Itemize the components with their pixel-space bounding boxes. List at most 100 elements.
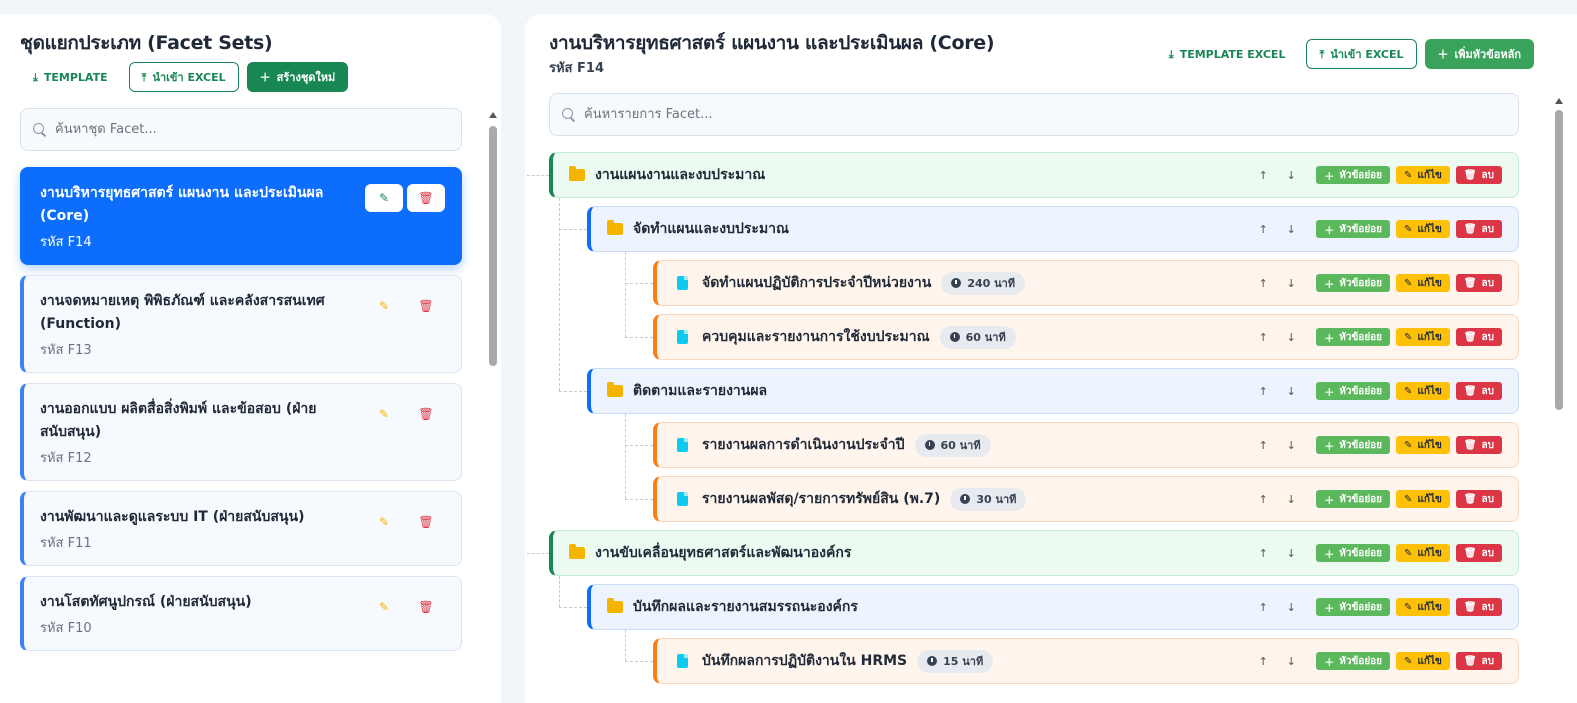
facet-tree: งานแผนงานและงบประมาณ ↑ ↓ ＋หัวข้อย่อย ✎ แก้ไข 🗑…	[527, 152, 1519, 692]
facet-leaf-row[interactable]: จัดทำแผนปฏิบัติการประจำปีหน่วยงาน 240 นาท…	[653, 260, 1519, 306]
move-down-button[interactable]: ↓	[1280, 542, 1302, 564]
facet-item-search-input[interactable]	[584, 107, 1484, 122]
edit-facet-set-button[interactable]: ✎	[365, 593, 403, 621]
delete-item-button[interactable]: 🗑 ลบ	[1455, 220, 1502, 238]
move-down-button[interactable]: ↓	[1280, 380, 1302, 402]
edit-facet-set-button[interactable]: ✎	[365, 400, 403, 428]
delete-item-button[interactable]: 🗑 ลบ	[1455, 652, 1502, 670]
facet-subgroup-row[interactable]: ติดตามและรายงานผล ↑ ↓ ＋หัวข้อย่อย ✎ แก้ไข 🗑 ลบ	[587, 368, 1519, 414]
trash-icon: 🗑	[1463, 655, 1477, 667]
move-down-button[interactable]: ↓	[1280, 218, 1302, 240]
facet-item-search[interactable]	[549, 93, 1519, 136]
facet-leaf-row[interactable]: บันทึกผลการปฏิบัติงานใน HRMS 15 นาที ↑ ↓ ＋หั…	[653, 638, 1519, 684]
move-up-button[interactable]: ↑	[1252, 596, 1274, 618]
facet-group-row[interactable]: งานขับเคลื่อนยุทธศาสตร์และพัฒนาองค์กร ↑ ↓ ＋…	[549, 530, 1519, 576]
add-subtopic-button[interactable]: ＋หัวข้อย่อย	[1316, 328, 1391, 346]
edit-item-button[interactable]: ✎ แก้ไข	[1396, 652, 1450, 670]
move-up-button[interactable]: ↑	[1252, 326, 1274, 348]
edit-facet-set-button[interactable]: ✎	[365, 292, 403, 320]
delete-facet-set-button[interactable]: 🗑	[407, 593, 445, 621]
edit-facet-set-button[interactable]: ✎	[365, 508, 403, 536]
move-up-button[interactable]: ↑	[1252, 164, 1274, 186]
edit-item-button[interactable]: ✎ แก้ไข	[1396, 490, 1450, 508]
edit-item-button[interactable]: ✎ แก้ไข	[1396, 544, 1450, 562]
facet-leaf-row[interactable]: ควบคุมและรายงานการใช้งบประมาณ 60 นาที ↑ ↓ ＋ห…	[653, 314, 1519, 360]
move-down-button[interactable]: ↓	[1280, 164, 1302, 186]
right-scrollbar-thumb[interactable]	[1555, 110, 1563, 410]
delete-facet-set-button[interactable]: 🗑	[407, 292, 445, 320]
delete-facet-set-button[interactable]: 🗑	[407, 508, 445, 536]
move-down-button[interactable]: ↓	[1280, 596, 1302, 618]
add-subtopic-button[interactable]: ＋หัวข้อย่อย	[1316, 166, 1391, 184]
import-excel-button[interactable]: ⤒ นำเข้า EXCEL	[1306, 39, 1417, 69]
facet-set-card[interactable]: งานออกแบบ ผลิตสื่อสิ่งพิมพ์ และข้อสอบ (ฝ…	[20, 383, 462, 481]
plus-icon: ＋	[1324, 495, 1335, 507]
import-excel-button[interactable]: ⤒ นำเข้า EXCEL	[128, 62, 239, 92]
left-scrollbar-thumb[interactable]	[489, 126, 497, 366]
add-subtopic-button[interactable]: ＋หัวข้อย่อย	[1316, 544, 1391, 562]
facet-group-row[interactable]: งานแผนงานและงบประมาณ ↑ ↓ ＋หัวข้อย่อย ✎ แก้ไข 🗑…	[549, 152, 1519, 198]
delete-facet-set-button[interactable]: 🗑	[407, 184, 445, 212]
move-down-button[interactable]: ↓	[1280, 650, 1302, 672]
scroll-up-arrow-icon[interactable]	[489, 112, 497, 118]
edit-item-button[interactable]: ✎ แก้ไข	[1396, 382, 1450, 400]
facet-set-name: งานออกแบบ ผลิตสื่อสิ่งพิมพ์ และข้อสอบ (ฝ…	[40, 401, 317, 440]
facet-subgroup-row[interactable]: บันทึกผลและรายงานสมรรถนะองค์กร ↑ ↓ ＋หัวข้อย…	[587, 584, 1519, 630]
delete-item-button[interactable]: 🗑 ลบ	[1455, 598, 1502, 616]
delete-facet-set-button[interactable]: 🗑	[407, 400, 445, 428]
scroll-up-arrow-icon[interactable]	[1555, 98, 1563, 104]
move-up-button[interactable]: ↑	[1252, 488, 1274, 510]
facet-leaf-row[interactable]: รายงานผลการดำเนินงานประจำปี 60 นาที ↑ ↓ ＋หัว…	[653, 422, 1519, 468]
move-down-button[interactable]: ↓	[1280, 488, 1302, 510]
edit-item-button[interactable]: ✎ แก้ไข	[1396, 274, 1450, 292]
template-button[interactable]: ⤓ TEMPLATE	[20, 62, 121, 92]
template-excel-button[interactable]: ⤓ TEMPLATE EXCEL	[1155, 39, 1299, 69]
edit-item-button[interactable]: ✎ แก้ไข	[1396, 598, 1450, 616]
facet-set-card-actions: ✎ 🗑	[365, 508, 445, 536]
right-scrollbar[interactable]	[1555, 98, 1563, 703]
facet-set-search[interactable]	[20, 108, 462, 151]
facet-set-search-input[interactable]	[55, 122, 435, 137]
delete-item-button[interactable]: 🗑 ลบ	[1455, 274, 1502, 292]
delete-item-button[interactable]: 🗑 ลบ	[1455, 544, 1502, 562]
add-main-topic-button[interactable]: ＋ เพิ่มหัวข้อหลัก	[1424, 39, 1534, 69]
move-up-button[interactable]: ↑	[1252, 542, 1274, 564]
facet-set-card[interactable]: งานจดหมายเหตุ พิพิธภัณฑ์ และคลังสารสนเทศ…	[20, 275, 462, 373]
facet-set-card[interactable]: งานพัฒนาและดูแลระบบ IT (ฝ่ายสนับสนุน) รหั…	[20, 491, 462, 566]
delete-item-button[interactable]: 🗑 ลบ	[1455, 436, 1502, 454]
add-subtopic-button[interactable]: ＋หัวข้อย่อย	[1316, 652, 1391, 670]
delete-item-button[interactable]: 🗑 ลบ	[1455, 490, 1502, 508]
delete-item-button[interactable]: 🗑 ลบ	[1455, 328, 1502, 346]
facet-row-label: ควบคุมและรายงานการใช้งบประมาณ	[702, 329, 930, 345]
move-up-button[interactable]: ↑	[1252, 272, 1274, 294]
delete-item-button[interactable]: 🗑 ลบ	[1455, 166, 1502, 184]
add-subtopic-button[interactable]: ＋หัวข้อย่อย	[1316, 490, 1391, 508]
facet-row-actions: ↑ ↓ ＋หัวข้อย่อย ✎ แก้ไข 🗑 ลบ	[1252, 596, 1502, 618]
move-up-button[interactable]: ↑	[1252, 434, 1274, 456]
add-subtopic-button[interactable]: ＋หัวข้อย่อย	[1316, 382, 1391, 400]
move-down-button[interactable]: ↓	[1280, 434, 1302, 456]
create-facet-set-button[interactable]: ＋ สร้างชุดใหม่	[246, 62, 349, 92]
add-subtopic-button[interactable]: ＋หัวข้อย่อย	[1316, 220, 1391, 238]
delete-item-button[interactable]: 🗑 ลบ	[1455, 382, 1502, 400]
edit-item-button[interactable]: ✎ แก้ไข	[1396, 328, 1450, 346]
facet-set-card[interactable]: งานโสตทัศนูปกรณ์ (ฝ่ายสนับสนุน) รหัส F10 ✎…	[20, 576, 462, 651]
move-up-button[interactable]: ↑	[1252, 650, 1274, 672]
facet-subgroup-row[interactable]: จัดทำแผนและงบประมาณ ↑ ↓ ＋หัวข้อย่อย ✎ แก้ไข 🗑 ล…	[587, 206, 1519, 252]
add-subtopic-button[interactable]: ＋หัวข้อย่อย	[1316, 436, 1391, 454]
move-down-button[interactable]: ↓	[1280, 272, 1302, 294]
facet-leaf-row[interactable]: รายงานผลพัสดุ/รายการทรัพย์สิน (พ.7) 30 นา…	[653, 476, 1519, 522]
add-subtopic-button[interactable]: ＋หัวข้อย่อย	[1316, 598, 1391, 616]
edit-item-button[interactable]: ✎ แก้ไข	[1396, 166, 1450, 184]
add-subtopic-button[interactable]: ＋หัวข้อย่อย	[1316, 274, 1391, 292]
left-scrollbar[interactable]	[489, 112, 497, 703]
edit-item-button[interactable]: ✎ แก้ไข	[1396, 220, 1450, 238]
arrow-down-icon: ↓	[1286, 168, 1296, 182]
facet-set-card[interactable]: งานบริหารยุทธศาสตร์ แผนงาน และประเมินผล …	[20, 167, 462, 265]
move-up-button[interactable]: ↑	[1252, 218, 1274, 240]
move-up-button[interactable]: ↑	[1252, 380, 1274, 402]
edit-item-button[interactable]: ✎ แก้ไข	[1396, 436, 1450, 454]
move-down-button[interactable]: ↓	[1280, 326, 1302, 348]
edit-facet-set-button[interactable]: ✎	[365, 184, 403, 212]
facet-row-actions: ↑ ↓ ＋หัวข้อย่อย ✎ แก้ไข 🗑 ลบ	[1252, 218, 1502, 240]
